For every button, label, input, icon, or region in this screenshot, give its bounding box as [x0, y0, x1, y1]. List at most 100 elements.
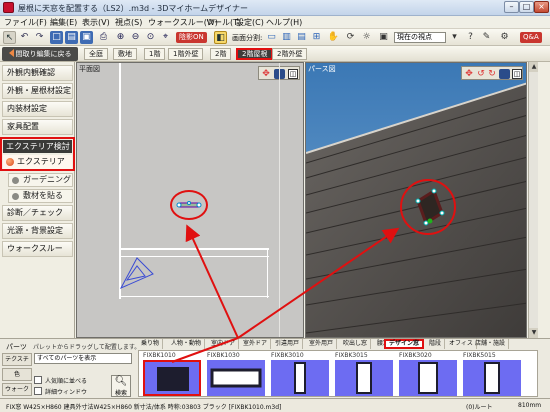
- move-arrows-icon[interactable]: ✥: [261, 69, 271, 79]
- sidebar-item-roof-material[interactable]: 外観・屋根材設定: [2, 83, 73, 99]
- menu-viewpoint[interactable]: 視点(S): [115, 17, 142, 28]
- part-thumb-fixbk1010[interactable]: FIXBK1010: [141, 352, 203, 396]
- walk-button[interactable]: ウォーク: [2, 383, 32, 396]
- color-button[interactable]: 色: [2, 368, 32, 381]
- undo-icon[interactable]: ↶: [18, 31, 31, 44]
- parts-tab-stairs[interactable]: 階段: [426, 339, 446, 349]
- floor-tab-1f[interactable]: 1階: [144, 48, 166, 60]
- part-thumb-fixbk5015[interactable]: FIXBK5015: [461, 352, 523, 396]
- sidebar-item-exterior[interactable]: エクステリア: [3, 155, 72, 169]
- sidebar-item-gardening[interactable]: ガーデニング: [8, 173, 73, 187]
- plan-highlight-circle: [170, 190, 208, 220]
- zoom-fit-icon[interactable]: ⊙: [144, 31, 157, 44]
- part-thumb-image: [463, 360, 521, 396]
- floor-tab-all[interactable]: 全庭: [84, 48, 108, 60]
- select-box-icon[interactable]: ◫: [512, 69, 522, 79]
- camera-view-icon[interactable]: [499, 69, 510, 79]
- move-arrows-icon[interactable]: ✥: [464, 69, 474, 79]
- light-icon[interactable]: ☼: [360, 31, 373, 44]
- split-quad-icon[interactable]: ⊞: [310, 31, 323, 44]
- pointer-tool-icon[interactable]: ↖: [3, 31, 16, 44]
- detail-window-checkbox[interactable]: [34, 387, 42, 395]
- menu-settings[interactable]: 設定(C): [236, 17, 264, 28]
- title-bar: 屋根に天窓を配置する（LS2）.m3d - 3Dマイホームデザイナー – □ ×: [0, 0, 550, 16]
- sidebar-item-walkthrough[interactable]: ウォークスルー: [2, 241, 73, 257]
- split-single-icon[interactable]: ▭: [265, 31, 278, 44]
- parts-tab-sliding-door[interactable]: 引違用戸: [272, 339, 304, 349]
- sidebar-item-lighting[interactable]: 光源・背景設定: [2, 223, 73, 239]
- maximize-button[interactable]: □: [519, 1, 534, 13]
- parts-category-select[interactable]: すべてのパーツを表示: [34, 353, 132, 364]
- sidebar-item-interior-material[interactable]: 内装材設定: [2, 101, 73, 117]
- parts-tab-exterior-sliding[interactable]: 室外用戸: [306, 339, 338, 349]
- menu-bar: ファイル(F) 編集(E) 表示(V) 視点(S) ウォークスルー(W) ツール…: [0, 16, 550, 29]
- floor-tab-2f[interactable]: 2階: [210, 48, 232, 60]
- part-thumb-fixbk1030[interactable]: FIXBK1030: [205, 352, 267, 396]
- menu-help[interactable]: ヘルプ(H): [266, 17, 302, 28]
- minimize-button[interactable]: –: [504, 1, 519, 13]
- measure-icon[interactable]: ⌖: [159, 31, 172, 44]
- sidebar-group-header[interactable]: エクステリア検討: [3, 140, 72, 153]
- search-icon: 🔍︎: [114, 376, 128, 387]
- parts-tab-shop[interactable]: 店舗・施設: [472, 339, 510, 349]
- shadow-on-button[interactable]: 陰影ON: [176, 32, 207, 43]
- redo-icon[interactable]: ↷: [33, 31, 46, 44]
- view-rotate-icon[interactable]: ⟳: [344, 31, 357, 44]
- select-box-icon[interactable]: ◫: [288, 69, 298, 79]
- part-thumb-fixbk3020[interactable]: FIXBK3020: [397, 352, 459, 396]
- plan-wall-line: [119, 296, 269, 297]
- floor-tab-2f-roof[interactable]: 2階屋根: [236, 48, 274, 60]
- status-scale: 810mm: [518, 402, 542, 409]
- popular-order-checkbox[interactable]: [34, 376, 42, 384]
- floor-tab-2f-wall[interactable]: 2階外壁: [272, 48, 308, 60]
- dropdown-arrow-icon[interactable]: ▾: [448, 31, 461, 44]
- search-button[interactable]: 🔍︎ 検索: [111, 375, 131, 397]
- parts-tab-people[interactable]: 人物・動物: [168, 339, 206, 349]
- parts-tabs: 乗り物 人物・動物 室内ドア 室外ドア 引違用戸 室外用戸 吹出し窓 腰窓 デザ…: [138, 339, 550, 349]
- parts-tab-exterior-door[interactable]: 室外ドア: [240, 339, 272, 349]
- save-icon[interactable]: ▣: [80, 31, 93, 44]
- part-thumb-caption: FIXBK3015: [335, 352, 368, 359]
- floor-tab-1f-wall[interactable]: 1階外壁: [168, 48, 204, 60]
- part-thumb-caption: FIXBK1010: [143, 352, 176, 359]
- floor-tab-site[interactable]: 敷地: [113, 48, 137, 60]
- menu-edit[interactable]: 編集(E): [50, 17, 77, 28]
- close-button[interactable]: ×: [534, 1, 549, 13]
- pencil-icon[interactable]: ✎: [480, 31, 493, 44]
- back-label: 間取り編集に戻る: [15, 50, 72, 58]
- perspective-view[interactable]: パース図 ✥ ↺ ↻ ◫: [305, 62, 527, 338]
- sidebar-item-exterior-check[interactable]: 外観内観確認: [2, 65, 73, 81]
- parts-tab-vehicles[interactable]: 乗り物: [138, 339, 164, 349]
- menu-view[interactable]: 表示(V): [82, 17, 110, 28]
- rotate-right-icon[interactable]: ↻: [487, 69, 497, 79]
- plan-view[interactable]: 平面図 ✥ ◫: [76, 62, 304, 338]
- parts-tab-design-window[interactable]: デザイン窓: [384, 339, 425, 349]
- rotate-left-icon[interactable]: ↺: [476, 69, 486, 79]
- open-file-icon[interactable]: ▤: [65, 31, 78, 44]
- hand-tool-icon[interactable]: ✋: [327, 31, 340, 44]
- print-icon[interactable]: ⎙: [97, 31, 110, 44]
- part-thumb-fixbk3015[interactable]: FIXBK3015: [333, 352, 395, 396]
- camera-icon[interactable]: ▣: [377, 31, 390, 44]
- qa-button[interactable]: Q&A: [520, 32, 542, 43]
- texture-button[interactable]: テクスチャ: [2, 353, 32, 374]
- settings-icon[interactable]: ⚙: [498, 31, 511, 44]
- sidebar-item-furniture[interactable]: 家具配置: [2, 119, 73, 135]
- new-file-icon[interactable]: □: [50, 31, 63, 44]
- split-vertical-icon[interactable]: ▤: [295, 31, 308, 44]
- zoom-in-icon[interactable]: ⊕: [114, 31, 127, 44]
- help-icon[interactable]: ?: [464, 31, 477, 44]
- menu-file[interactable]: ファイル(F): [4, 17, 47, 28]
- back-to-plan-button[interactable]: 間取り編集に戻る: [2, 47, 78, 61]
- viewpoint-select[interactable]: 現在の視点: [394, 32, 446, 43]
- vertical-scrollbar[interactable]: ▲ ▼: [528, 62, 539, 338]
- render-mode-icon[interactable]: ◧: [214, 31, 227, 44]
- sidebar-item-diagnosis[interactable]: 診断／チェック: [2, 205, 73, 221]
- parts-tab-bay-window[interactable]: 吹出し窓: [340, 339, 372, 349]
- split-horizontal-icon[interactable]: ▥: [280, 31, 293, 44]
- zoom-out-icon[interactable]: ⊖: [129, 31, 142, 44]
- parts-tab-interior-door[interactable]: 室内ドア: [208, 339, 240, 349]
- perspective-view-label: パース図: [308, 65, 336, 73]
- part-thumb-fixbk3010[interactable]: FIXBK3010: [269, 352, 331, 396]
- sidebar-item-paving[interactable]: 敷材を貼る: [8, 189, 73, 203]
